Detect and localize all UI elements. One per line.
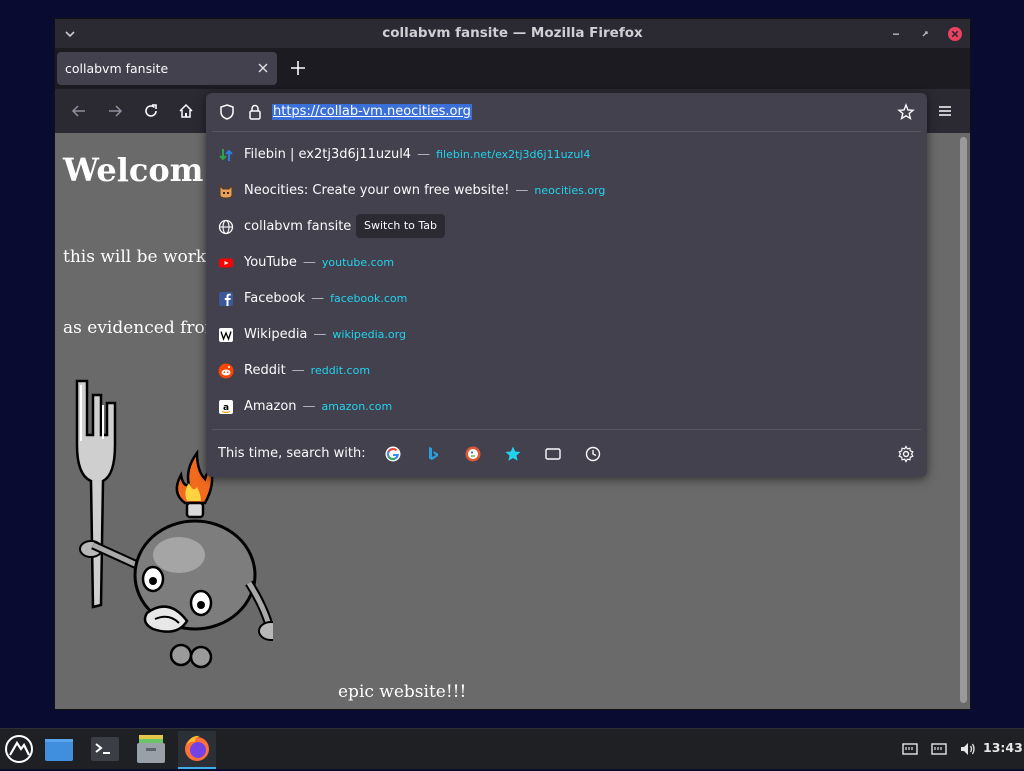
network-wired-icon-2[interactable] <box>930 740 948 758</box>
duckduckgo-icon[interactable] <box>464 445 482 463</box>
page-paragraph-1: this will be worke <box>63 247 217 267</box>
suggestion-url: wikipedia.org <box>332 328 406 341</box>
tracking-protection-shield-icon[interactable] <box>218 103 236 121</box>
history-icon[interactable] <box>584 445 602 463</box>
title-bar: collabvm fansite — Mozilla Firefox <box>55 19 970 48</box>
suggestion-collabvm-fansite[interactable]: collabvm fansite Switch to Tab <box>206 209 927 245</box>
file-manager-icon <box>137 735 165 763</box>
suggestion-title: YouTube <box>244 255 297 270</box>
one-off-search-bar: This time, search with: <box>206 431 927 477</box>
taskbar-terminal-button[interactable] <box>86 731 124 767</box>
restore-icon[interactable] <box>916 25 934 43</box>
firefox-icon <box>185 735 209 761</box>
reddit-icon <box>218 363 234 379</box>
neocities-cat-icon <box>219 184 233 199</box>
taskbar: 13:43 <box>0 728 1024 769</box>
urlbar[interactable]: https://collab-vm.neocities.org <box>206 93 927 131</box>
url-input[interactable]: https://collab-vm.neocities.org <box>272 104 472 120</box>
globe-icon <box>218 219 234 235</box>
hamburger-menu-icon[interactable] <box>936 102 954 120</box>
tabs-icon[interactable] <box>544 445 562 463</box>
search-with-label: This time, search with: <box>218 446 366 461</box>
page-scrollbar[interactable] <box>956 133 970 709</box>
taskbar-firefox-button[interactable] <box>178 731 216 769</box>
network-wired-icon[interactable] <box>901 740 919 758</box>
search-settings-gear-icon[interactable] <box>897 445 915 463</box>
page-heading: Welcom <box>63 151 204 189</box>
suggestion-url: reddit.com <box>310 364 371 377</box>
suggestion-title: collabvm fansite <box>244 219 352 234</box>
page-paragraph-2: as evidenced fron <box>63 318 216 338</box>
window-title: collabvm fansite — Mozilla Firefox <box>382 25 643 41</box>
suggestion-url: amazon.com <box>321 400 393 413</box>
suggestion-facebook[interactable]: Facebook — facebook.com <box>206 281 927 317</box>
youtube-icon <box>219 258 233 268</box>
amazon-icon: a <box>219 400 233 414</box>
new-tab-plus-icon[interactable] <box>289 59 307 77</box>
close-tab-icon[interactable] <box>255 60 271 76</box>
suggestion-wikipedia[interactable]: Wikipedia — wikipedia.org <box>206 317 927 353</box>
suggestion-title: Wikipedia <box>244 327 308 342</box>
show-desktop-icon <box>45 739 73 761</box>
tab-collabvm-fansite[interactable]: collabvm fansite <box>57 52 277 85</box>
suggestion-title: Amazon <box>244 399 297 414</box>
close-window-icon[interactable] <box>946 25 964 43</box>
page-footer-text: epic website!!! <box>338 682 467 702</box>
home-icon[interactable] <box>177 102 195 120</box>
scrollbar-thumb[interactable] <box>960 137 967 703</box>
suggestion-url: neocities.org <box>534 184 606 197</box>
facebook-icon <box>219 292 233 306</box>
suggestion-list: Filebin | ex2tj3d6j11uzul4— filebin.net/e… <box>206 137 927 425</box>
suggestion-title: Filebin | ex2tj3d6j11uzul4 <box>244 147 412 162</box>
volume-icon[interactable] <box>959 740 977 758</box>
suggestion-reddit[interactable]: Reddit — reddit.com <box>206 353 927 389</box>
suggestion-youtube[interactable]: YouTube — youtube.com <box>206 245 927 281</box>
suggestion-url: youtube.com <box>321 256 395 269</box>
suggestion-title: Neocities: Create your own free website! <box>244 183 510 198</box>
suggestion-url: filebin.net/ex2tj3d6j11uzul4 <box>436 148 591 161</box>
lock-icon[interactable] <box>246 103 264 121</box>
filebin-icon <box>219 149 233 161</box>
start-menu-button[interactable] <box>0 731 38 767</box>
bookmark-star-icon[interactable] <box>897 103 915 121</box>
bing-icon[interactable] <box>424 445 442 463</box>
clock[interactable]: 13:43 <box>983 740 1023 755</box>
taskbar-files-button[interactable] <box>132 731 170 767</box>
tab-title: collabvm fansite <box>65 61 169 76</box>
divider <box>212 429 921 430</box>
wikipedia-icon <box>219 328 233 342</box>
divider <box>212 131 921 132</box>
tab-strip: collabvm fansite <box>55 48 970 89</box>
svg-text:a: a <box>223 403 229 413</box>
urlbar-dropdown: https://collab-vm.neocities.org Filebin … <box>206 93 927 477</box>
app-launcher-icon <box>5 735 33 763</box>
suggestion-amazon[interactable]: a Amazon — amazon.com <box>206 389 927 425</box>
google-icon[interactable] <box>384 445 402 463</box>
forward-arrow-icon[interactable] <box>106 102 124 120</box>
reload-icon[interactable] <box>142 102 160 120</box>
taskbar-desktop-button[interactable] <box>40 731 78 767</box>
suggestion-url: facebook.com <box>330 292 408 305</box>
suggestion-title: Facebook <box>244 291 306 306</box>
minimize-icon[interactable] <box>887 25 905 43</box>
suggestion-filebin[interactable]: Filebin | ex2tj3d6j11uzul4— filebin.net/e… <box>206 137 927 173</box>
back-arrow-icon[interactable] <box>70 102 88 120</box>
suggestion-neocities[interactable]: Neocities: Create your own free website!… <box>206 173 927 209</box>
switch-to-tab-badge[interactable]: Switch to Tab <box>356 214 446 238</box>
terminal-icon <box>91 737 119 761</box>
bookmarks-star-icon[interactable] <box>504 445 522 463</box>
suggestion-title: Reddit <box>244 363 286 378</box>
